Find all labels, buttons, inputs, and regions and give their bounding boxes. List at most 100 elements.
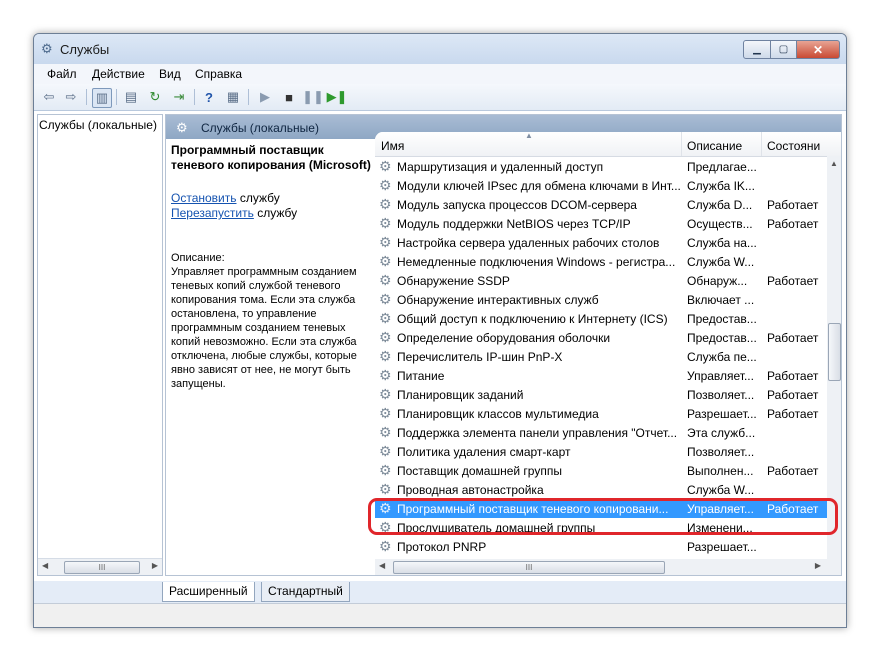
menu-view[interactable]: Вид [159,67,181,81]
service-status: Работает [767,388,819,402]
service-description: Разрешает... [687,407,757,421]
service-name: Планировщик классов мультимедиа [397,407,599,421]
close-icon: ✕ [812,42,824,57]
scroll-right-icon[interactable]: ▶ [152,561,158,570]
help-icon[interactable]: ? [200,88,218,106]
service-name: Модуль поддержки NetBIOS через TCP/IP [397,217,631,231]
service-row[interactable]: ⚙ Немедленные подключения Windows - регис… [375,252,827,271]
minimize-button[interactable]: ▁ [743,40,771,59]
show-hide-console-tree-icon[interactable]: ▥ [92,88,112,108]
service-row[interactable]: ⚙ Перечислитель IP-шин PnP-X Служба пе... [375,347,827,366]
tree-item-local-services[interactable]: Службы (локальные) [39,118,157,132]
scrollbar-thumb[interactable]: III [64,561,140,574]
column-divider[interactable] [761,132,762,156]
gear-icon: ⚙ [379,291,392,307]
forward-arrow-icon[interactable]: ⇨ [62,88,80,106]
service-row[interactable]: ⚙ Настройка сервера удаленных рабочих сто… [375,233,827,252]
service-row[interactable]: ⚙ Планировщик классов мультимедиа Разрешае… [375,404,827,423]
service-name: Определение оборудования оболочки [397,331,611,345]
scrollbar-thumb[interactable] [828,323,841,381]
start-service-icon[interactable]: ▶ [256,88,274,106]
scroll-right-icon[interactable]: ▶ [815,561,821,570]
service-row[interactable]: ⚙ Определение оборудования оболочки Предос… [375,328,827,347]
restart-service-icon[interactable]: ▶❚ [327,88,348,106]
gear-icon: ⚙ [379,386,392,402]
pause-service-icon[interactable]: ❚❚ [302,88,324,106]
service-name: Проводная автонастройка [397,483,544,497]
menu-help[interactable]: Справка [195,67,242,81]
service-row[interactable]: ⚙ Проводная автонастройка Служба W... [375,480,827,499]
tab-standard[interactable]: Стандартный [261,582,350,602]
service-row[interactable]: ⚙ Маршрутизация и удаленный доступ Предлаг… [375,157,827,176]
scroll-left-icon[interactable]: ◀ [42,561,48,570]
gear-icon: ⚙ [379,329,392,345]
stop-service-link[interactable]: Остановить [171,191,237,205]
stop-service-icon[interactable]: ■ [280,88,298,106]
service-description: Служба W... [687,483,755,497]
restart-service-link[interactable]: Перезапустить [171,206,254,220]
service-name: Поставщик домашней группы [397,464,562,478]
service-name: Поддержка элемента панели управления "От… [397,426,678,440]
service-name: Питание [397,369,445,383]
service-description: Служба IK... [687,179,755,193]
service-row[interactable]: ⚙ Планировщик заданий Позволяет... Работает [375,385,827,404]
service-description: Служба D... [687,198,753,212]
service-row[interactable]: ⚙ Модуль запуска процессов DCOM-сервера Сл… [375,195,827,214]
service-row[interactable]: ⚙ Поставщик домашней группы Выполнен... Раб… [375,461,827,480]
minimize-icon: ▁ [753,44,761,55]
column-header-name[interactable]: Имя [381,139,404,153]
gear-icon: ⚙ [379,234,392,250]
column-divider[interactable] [681,132,682,156]
services-window: ⚙ Службы ▁ ▢ ✕ Файл Действие Вид Справка… [33,33,847,628]
service-row[interactable]: ⚙ Обнаружение SSDP Обнаруж... Работает [375,271,827,290]
service-row[interactable]: ⚙ Протокол PNRP Разрешает... [375,537,827,556]
toolbar-separator [86,89,87,105]
gear-icon: ⚙ [379,424,392,440]
title-bar[interactable]: ⚙ Службы ▁ ▢ ✕ [34,34,846,64]
service-row[interactable]: ⚙ Поддержка элемента панели управления "О… [375,423,827,442]
gear-icon: ⚙ [379,158,392,174]
gear-icon: ⚙ [379,253,392,269]
tree-horizontal-scrollbar[interactable]: ◀ III ▶ [38,558,162,575]
service-name: Маршрутизация и удаленный доступ [397,160,604,174]
selected-service-title: Программный поставщик теневого копирован… [171,143,371,172]
menu-file[interactable]: Файл [47,67,77,81]
service-description: Разрешает... [687,540,757,554]
description-text: Управляет программным созданием теневых … [171,266,357,390]
service-row[interactable]: ⚙ Питание Управляет... Работает [375,366,827,385]
service-row[interactable]: ⚙ Политика удаления смарт-карт Позволяет..… [375,442,827,461]
column-header-description[interactable]: Описание [687,139,742,153]
column-header-status[interactable]: Состояни [767,139,820,153]
properties-icon[interactable]: ▤ [122,88,140,106]
close-button[interactable]: ✕ [797,40,840,59]
gear-icon: ⚙ [379,196,392,212]
list-horizontal-scrollbar[interactable]: ◀ III ▶ [375,559,827,575]
service-row[interactable]: ⚙ Модули ключей IPsec для обмена ключами … [375,176,827,195]
export-list-icon[interactable]: ⇥ [170,88,188,106]
maximize-button[interactable]: ▢ [771,40,797,59]
service-status: Работает [767,369,819,383]
description-label: Описание: [171,252,225,264]
service-description: Выполнен... [687,464,754,478]
toolbar: ⇦ ⇨ ▥ ▤ ↻ ⇥ ? ▦ ▶ ■ ❚❚ ▶❚ [34,84,846,111]
service-description: Эта служб... [687,426,756,440]
menu-action[interactable]: Действие [92,67,145,81]
service-status: Работает [767,217,819,231]
scroll-left-icon[interactable]: ◀ [379,561,385,570]
service-row[interactable]: ⚙ Модуль поддержки NetBIOS через TCP/IP Ос… [375,214,827,233]
scroll-up-icon[interactable]: ▲ [830,159,838,168]
service-name: Немедленные подключения Windows - регист… [397,255,676,269]
service-row[interactable]: ⚙ Общий доступ к подключению к Интернету … [375,309,827,328]
scrollbar-thumb[interactable]: III [393,561,665,574]
window-controls: ▁ ▢ ✕ [743,40,840,59]
service-description: Предлагае... [687,160,757,174]
refresh-icon[interactable]: ↻ [146,88,164,106]
show-hide-action-pane-icon[interactable]: ▦ [224,88,242,106]
view-tabs: Расширенный Стандартный [34,581,846,603]
service-status: Работает [767,407,819,421]
service-row[interactable]: ⚙ Обнаружение интерактивных служб Включает… [375,290,827,309]
back-arrow-icon[interactable]: ⇦ [40,88,58,106]
service-status: Работает [767,274,819,288]
tab-extended[interactable]: Расширенный [162,582,255,602]
service-description: Предостав... [687,312,757,326]
